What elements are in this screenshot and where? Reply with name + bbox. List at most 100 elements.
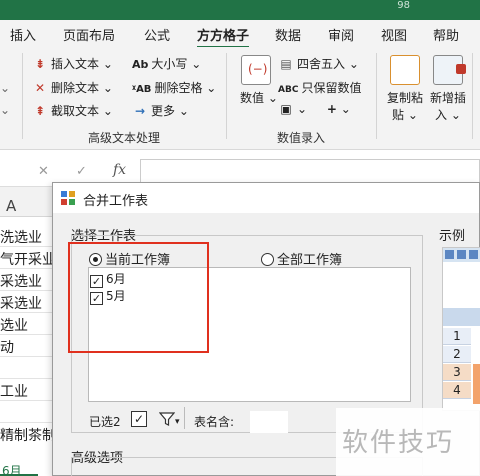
example-label: 示例 <box>439 229 466 244</box>
ribbon-tabs: 插入 页面布局 公式 方方格子 数据 审阅 视图 帮助 <box>0 20 480 49</box>
select-all-checkbox[interactable]: ✓ <box>131 411 147 427</box>
row-line <box>0 312 52 313</box>
confirm-icon[interactable]: ✓ <box>76 164 87 179</box>
case-button[interactable]: Ab 大小写 ⌄ <box>132 55 201 72</box>
case-label: 大小写 <box>151 57 188 71</box>
delete-text-icon: ✕ <box>34 81 46 95</box>
cell[interactable]: 采选业 <box>0 293 52 313</box>
keep-numbers-icon: ABC <box>278 85 299 95</box>
row-line <box>0 268 52 269</box>
row-line <box>0 246 52 247</box>
example-row-number: 2 <box>443 346 471 363</box>
number-tools-row: ▣ ⌄ + ⌄ <box>278 102 350 116</box>
cell[interactable]: 动 <box>0 337 52 357</box>
nav-first-icon <box>445 250 454 259</box>
checkbox: ✓ <box>131 411 147 427</box>
formula-input[interactable] <box>140 159 480 183</box>
highlight-annotation <box>68 242 209 353</box>
radio-all-workbooks[interactable]: 全部工作簿 <box>261 249 342 268</box>
keep-numbers-button[interactable]: ABC 只保留数值 <box>278 79 361 96</box>
remove-space-label: 删除空格 <box>154 81 203 95</box>
insert-text-label: 插入文本 <box>51 57 100 71</box>
plus-icon[interactable]: + <box>327 102 337 116</box>
footer-separator <box>184 407 185 429</box>
cell[interactable]: 精制茶制 <box>0 425 52 445</box>
extract-text-label: 截取文本 <box>51 104 100 118</box>
add-insert-label-2: 入 <box>435 108 448 122</box>
row-line <box>0 290 52 291</box>
copy-paste-label: 复制粘 <box>386 91 423 105</box>
extract-text-button[interactable]: ⇞ 截取文本 ⌄ <box>32 102 113 119</box>
cancel-icon[interactable]: ✕ <box>38 164 49 179</box>
more-button[interactable]: → 更多 ⌄ <box>132 102 189 119</box>
chevron-down-icon[interactable]: ⌄ <box>0 81 10 95</box>
watermark: 软件技巧 <box>336 408 480 476</box>
insert-text-button[interactable]: ⇟ 插入文本 ⌄ <box>32 55 113 72</box>
round-button[interactable]: ▤ 四舍五入 ⌄ <box>278 55 359 72</box>
tab-view[interactable]: 视图 <box>381 25 407 44</box>
dialog-title: 合并工作表 <box>83 194 149 209</box>
filter-icon <box>158 412 176 426</box>
copy-paste-button[interactable]: 复制粘 贴 ⌄ <box>385 55 425 123</box>
column-header-label: A <box>6 197 17 215</box>
filter-label: 表名含: <box>194 415 235 429</box>
cell[interactable]: 采选业 <box>0 271 52 291</box>
title-bar: 98 <box>0 0 480 20</box>
app-icon <box>61 191 75 205</box>
tab-formulas[interactable]: 公式 <box>144 25 170 44</box>
example-row-number: 1 <box>443 328 471 345</box>
dialog-title-bar: 合并工作表 <box>53 183 479 213</box>
keep-numbers-label: 只保留数值 <box>301 81 362 95</box>
more-label: 更多 <box>151 104 176 118</box>
ribbon-separator <box>22 53 23 139</box>
row-line <box>0 400 52 401</box>
cell[interactable]: 工业 <box>0 381 52 401</box>
extract-text-icon: ⇞ <box>34 104 46 118</box>
watermark-text: 软件技巧 <box>342 428 455 458</box>
ribbon: ⌄ ⌄ ⇟ 插入文本 ⌄ ✕ 删除文本 ⌄ ⇞ 截取文本 ⌄ Ab 大小写 ⌄ ᵡAB 删… <box>0 47 480 150</box>
filter-input[interactable] <box>250 411 288 433</box>
delete-text-button[interactable]: ✕ 删除文本 ⌄ <box>32 79 113 96</box>
insert-rows-icon <box>433 55 466 85</box>
chevron-down-icon: ▾ <box>175 417 180 427</box>
example-highlight <box>473 364 480 404</box>
tab-help[interactable]: 帮助 <box>433 25 459 44</box>
cell[interactable]: 选业 <box>0 315 52 335</box>
tab-review[interactable]: 审阅 <box>328 25 354 44</box>
add-insert-button[interactable]: 新增插 入 ⌄ <box>428 55 468 123</box>
filter-dropdown[interactable]: ▾ <box>158 411 180 427</box>
sheet-tab[interactable]: 6月 <box>0 462 38 476</box>
example-row-number: 3 <box>443 364 471 381</box>
tab-insert[interactable]: 插入 <box>10 25 36 44</box>
tab-fangfang-gezi[interactable]: 方方格子 <box>197 25 250 49</box>
ribbon-separator <box>472 53 473 139</box>
tab-page-layout[interactable]: 页面布局 <box>63 25 115 44</box>
radio-indicator <box>261 253 274 266</box>
number-icon: (−) <box>241 55 271 85</box>
number-button[interactable]: (−) 数值 ⌄ <box>240 55 278 106</box>
row-line <box>0 422 52 423</box>
cell[interactable]: 洗选业 <box>0 227 52 247</box>
round-icon: ▤ <box>280 57 292 71</box>
case-icon: Ab <box>132 58 149 71</box>
ribbon-separator <box>226 53 227 139</box>
example-header <box>443 248 480 262</box>
cell[interactable]: 气开采业 <box>0 249 52 269</box>
format-icon[interactable]: ▣ <box>278 102 294 116</box>
selected-count: 已选2 <box>89 415 121 429</box>
radio-all-label: 全部工作簿 <box>277 253 343 268</box>
function-icon[interactable]: fx <box>113 162 126 178</box>
chevron-down-icon[interactable]: ⌄ <box>0 103 10 117</box>
round-label: 四舍五入 <box>297 57 346 71</box>
remove-space-button[interactable]: ᵡAB 删除空格 ⌄ <box>132 79 216 96</box>
group-label-advanced-text: 高级文本处理 <box>88 131 161 145</box>
nav-prev-icon <box>457 250 466 259</box>
ribbon-separator <box>376 53 377 139</box>
clipboard-icon <box>390 55 420 85</box>
title-bar-text: 98 <box>397 0 410 11</box>
nav-next-icon <box>469 250 478 259</box>
row-line <box>0 356 52 357</box>
column-header-a[interactable]: A <box>0 187 52 217</box>
example-row-number: 4 <box>443 382 471 399</box>
tab-data[interactable]: 数据 <box>275 25 301 44</box>
